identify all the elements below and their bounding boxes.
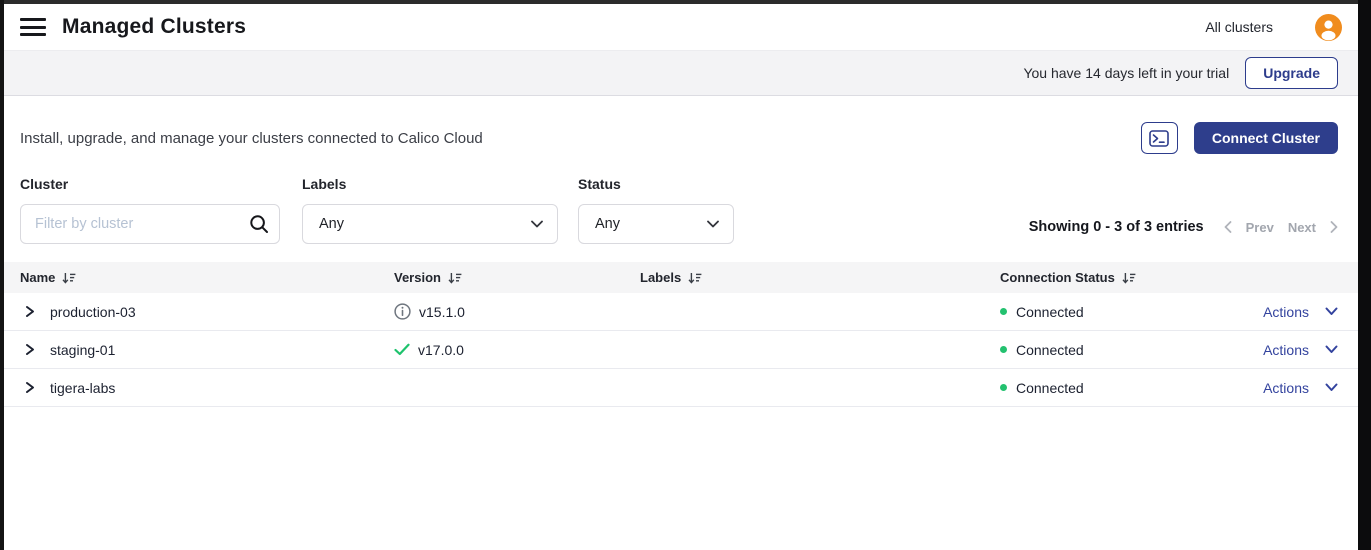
cluster-filter-label: Cluster xyxy=(20,176,280,192)
terminal-icon xyxy=(1149,130,1169,147)
connect-cluster-button[interactable]: Connect Cluster xyxy=(1194,122,1338,154)
actions-label: Actions xyxy=(1263,342,1309,358)
pagination: Showing 0 - 3 of 3 entries Prev Next xyxy=(1029,219,1338,235)
trial-message: You have 14 days left in your trial xyxy=(1023,65,1229,81)
chevron-right-icon xyxy=(25,381,35,394)
chevron-down-icon xyxy=(531,220,543,228)
table-body: production-03 v15.1.0 Connected Actions xyxy=(4,293,1358,407)
chevron-right-icon[interactable] xyxy=(1330,221,1338,233)
cluster-scope-label[interactable]: All clusters xyxy=(1205,19,1273,35)
cell-name: production-03 xyxy=(20,304,394,320)
cluster-filter-input[interactable] xyxy=(20,204,280,244)
page-description: Install, upgrade, and manage your cluste… xyxy=(20,130,483,147)
filter-cluster-group: Cluster xyxy=(20,176,280,244)
sort-icon xyxy=(688,272,702,284)
chevron-right-icon xyxy=(25,343,35,356)
window-frame-right xyxy=(1358,0,1371,550)
chevron-down-icon xyxy=(707,220,719,228)
top-bar: Managed Clusters All clusters xyxy=(4,4,1358,51)
labels-filter-label: Labels xyxy=(302,176,558,192)
info-icon[interactable] xyxy=(394,303,411,320)
cell-connection-status: Connected Actions xyxy=(1000,380,1338,396)
row-actions-menu[interactable]: Actions xyxy=(1263,342,1338,358)
toolbar: Install, upgrade, and manage your cluste… xyxy=(4,96,1358,154)
cluster-version: v15.1.0 xyxy=(419,304,465,320)
user-avatar-icon[interactable] xyxy=(1315,14,1342,41)
table-row: production-03 v15.1.0 Connected Actions xyxy=(4,293,1358,331)
column-header-connection-status[interactable]: Connection Status xyxy=(1000,270,1338,285)
status-text: Connected xyxy=(1016,342,1084,358)
clusters-table: Name Version xyxy=(4,262,1358,407)
cluster-version: v17.0.0 xyxy=(418,342,464,358)
chevron-left-icon[interactable] xyxy=(1224,221,1232,233)
status-dot-icon xyxy=(1000,308,1007,315)
labels-filter-value: Any xyxy=(319,216,344,232)
status-dot-icon xyxy=(1000,384,1007,391)
filters-row: Cluster Labels Any Status Any xyxy=(4,154,1358,244)
status-group: Connected xyxy=(1000,342,1084,358)
cell-connection-status: Connected Actions xyxy=(1000,342,1338,358)
column-header-name[interactable]: Name xyxy=(20,270,394,285)
sort-icon xyxy=(62,272,76,284)
column-header-labels[interactable]: Labels xyxy=(640,270,1000,285)
upgrade-button[interactable]: Upgrade xyxy=(1245,57,1338,89)
table-header-row: Name Version xyxy=(4,262,1358,293)
expand-row-button[interactable] xyxy=(20,305,35,318)
topbar-right: All clusters xyxy=(1205,14,1342,41)
cluster-name: production-03 xyxy=(50,304,136,320)
cell-name: tigera-labs xyxy=(20,380,394,396)
status-filter-value: Any xyxy=(595,216,620,232)
filter-labels-group: Labels Any xyxy=(302,176,558,244)
sort-icon xyxy=(448,272,462,284)
search-icon[interactable] xyxy=(249,214,269,234)
trial-banner: You have 14 days left in your trial Upgr… xyxy=(4,51,1358,96)
cell-version: v15.1.0 xyxy=(394,303,640,320)
actions-label: Actions xyxy=(1263,304,1309,320)
managed-clusters-page: Managed Clusters All clusters You have 1… xyxy=(4,4,1358,550)
toolbar-actions: Connect Cluster xyxy=(1141,122,1338,154)
chevron-right-icon xyxy=(25,305,35,318)
status-filter-select[interactable]: Any xyxy=(578,204,734,244)
check-icon xyxy=(394,343,410,356)
cluster-name: tigera-labs xyxy=(50,380,115,396)
expand-row-button[interactable] xyxy=(20,343,35,356)
row-actions-menu[interactable]: Actions xyxy=(1263,304,1338,320)
cell-connection-status: Connected Actions xyxy=(1000,304,1338,320)
expand-row-button[interactable] xyxy=(20,381,35,394)
terminal-button[interactable] xyxy=(1141,122,1178,154)
status-filter-label: Status xyxy=(578,176,734,192)
next-button[interactable]: Next xyxy=(1288,220,1316,235)
chevron-down-icon xyxy=(1325,345,1338,354)
column-header-version[interactable]: Version xyxy=(394,270,640,285)
status-text: Connected xyxy=(1016,380,1084,396)
page-title: Managed Clusters xyxy=(62,15,246,39)
cell-name: staging-01 xyxy=(20,342,394,358)
filter-status-group: Status Any xyxy=(578,176,734,244)
table-row: staging-01 v17.0.0 Connected Actions xyxy=(4,331,1358,369)
table-row: tigera-labs Connected Actions xyxy=(4,369,1358,407)
chevron-down-icon xyxy=(1325,383,1338,392)
pagination-summary: Showing 0 - 3 of 3 entries xyxy=(1029,219,1204,235)
hamburger-menu-icon[interactable] xyxy=(20,17,46,37)
status-group: Connected xyxy=(1000,380,1084,396)
sort-icon xyxy=(1122,272,1136,284)
row-actions-menu[interactable]: Actions xyxy=(1263,380,1338,396)
status-group: Connected xyxy=(1000,304,1084,320)
status-dot-icon xyxy=(1000,346,1007,353)
labels-filter-select[interactable]: Any xyxy=(302,204,558,244)
chevron-down-icon xyxy=(1325,307,1338,316)
cell-version: v17.0.0 xyxy=(394,342,640,358)
prev-button[interactable]: Prev xyxy=(1246,220,1274,235)
status-text: Connected xyxy=(1016,304,1084,320)
actions-label: Actions xyxy=(1263,380,1309,396)
cluster-name: staging-01 xyxy=(50,342,115,358)
